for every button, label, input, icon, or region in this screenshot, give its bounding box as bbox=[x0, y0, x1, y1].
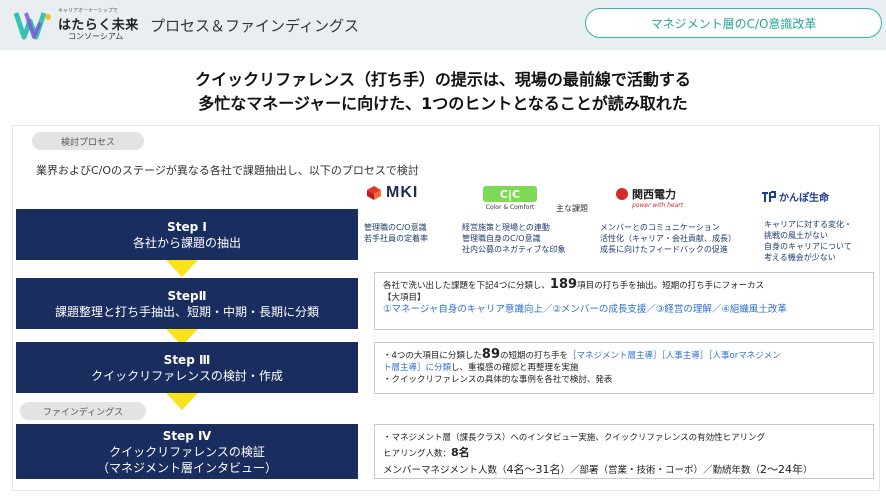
detail-line: ト層主導］に分類し、重複感の確認と再整理を実施 bbox=[383, 362, 865, 374]
step-2-label: StepⅡ bbox=[167, 288, 207, 303]
issue-item: 自身のキャリアについて bbox=[764, 242, 852, 251]
consortium-logo[interactable]: キャリアオーナーシップで はたらく未来 コンソーシアム bbox=[14, 7, 144, 43]
detail-text: し、重複感の確認と再整理を実施 bbox=[451, 363, 579, 373]
kampo-logo: かんぽ生命 bbox=[762, 189, 829, 204]
item-count: 189 bbox=[549, 277, 578, 292]
process-intro: 業界およびC/Oのステージが異なる各社で課題抽出し、以下のプロセスで検討 bbox=[36, 164, 419, 177]
step-2-title: 課題整理と打ち手抽出、短期・中期・長期に分類 bbox=[54, 304, 319, 319]
step-4-detail: ・マネジメント層（課長クラス）へのインタビュー実施、クイックリファレンスの有効性… bbox=[374, 424, 874, 479]
logo-mark-icon bbox=[14, 12, 51, 40]
interview-count: 8名 bbox=[451, 446, 470, 459]
step-1-title: 各社から課題の抽出 bbox=[132, 235, 241, 250]
color-comfort-logo: C|C Color & Comfort bbox=[476, 186, 544, 216]
issue-item: 成長に向けたフィードバックの促進 bbox=[600, 245, 728, 254]
headline: クイックリファレンス（打ち手）の提示は、現場の最前線で活動する 多忙なマネージャ… bbox=[0, 68, 886, 116]
classification-text: ［マネジメント層主導］［人事主導］［人事orマネジメン bbox=[568, 351, 781, 361]
issue-item: 若手社員の定着率 bbox=[364, 234, 428, 243]
detail-text: メンバーマネジメント人数（ bbox=[383, 465, 507, 476]
classification-text: ト層主導］に分類 bbox=[383, 363, 452, 373]
kansai-electric-logo: 関西電力 power with heart bbox=[616, 186, 683, 209]
step-4-title: クイックリファレンスの検証 bbox=[109, 444, 265, 459]
detail-text: 各社で洗い出した課題を下記4つに分類し、 bbox=[383, 281, 550, 291]
issue-item: 管理職自身のC/O意識 bbox=[462, 234, 541, 243]
mki-logo: MKI bbox=[366, 183, 418, 203]
detail-text: ヒアリング人数： bbox=[383, 449, 452, 459]
item-count: 89 bbox=[481, 347, 501, 362]
kampo-issues: キャリアに対する変化・ 挑戦の風土がない 自身のキャリアについて 考える機会が少… bbox=[764, 219, 852, 263]
cc-wordmark: C|C bbox=[483, 186, 537, 202]
detail-line: ・4つの大項目に分類した89の短期の打ち手を［マネジメント層主導］［人事主導］［… bbox=[383, 347, 865, 362]
color-comfort-issues: 経営施策と現場との連動 管理職自身のC/O意識 社内公募のネガティブな印象 bbox=[462, 222, 566, 255]
detail-text: ） bbox=[803, 465, 813, 476]
main-issues-label: 主な課題 bbox=[556, 204, 588, 213]
step-3-label: Step Ⅲ bbox=[163, 352, 211, 367]
step-4-subtitle: （マネジメント層インタビュー） bbox=[96, 460, 277, 475]
kepco-wordmark: 関西電力 bbox=[632, 188, 676, 201]
detail-heading: 【大項目】 bbox=[383, 293, 426, 303]
cc-subtitle: Color & Comfort bbox=[485, 204, 535, 211]
detail-text: の短期の打ち手を bbox=[500, 351, 569, 361]
issue-item: 考える機会が少ない bbox=[764, 253, 836, 262]
jp-post-mark-icon bbox=[762, 190, 776, 202]
topic-badge: マネジメント層のC/O意識改革 bbox=[585, 8, 882, 38]
kampo-wordmark: かんぽ生命 bbox=[779, 193, 829, 204]
issue-item: 経営施策と現場との連動 bbox=[462, 223, 550, 232]
issue-item: メンバーとのコミュニケーション bbox=[600, 223, 720, 232]
detail-line: ・マネジメント層（課長クラス）へのインタビュー実施、クイックリファレンスの有効性… bbox=[383, 433, 766, 443]
step-2-box: StepⅡ 課題整理と打ち手抽出、短期・中期・長期に分類 bbox=[16, 278, 358, 329]
detail-line: メンバーマネジメント人数（4名～31名）／部署（営業・技術・コーポ）／勤続年数（… bbox=[383, 462, 865, 478]
detail-line: 各社で洗い出した課題を下記4つに分類し、189項目の打ち手を抽出。短期の打ち手に… bbox=[383, 277, 865, 292]
issue-item: 活性化（キャリア・会社貢献、成長） bbox=[600, 234, 736, 243]
logo-subtitle: コンソーシアム bbox=[68, 32, 124, 41]
step-3-title: クイックリファレンスの検討・作成 bbox=[91, 368, 283, 383]
header-bar: キャリアオーナーシップで はたらく未来 コンソーシアム プロセス＆ファインディン… bbox=[0, 0, 886, 50]
member-range: 4名～31名 bbox=[506, 463, 561, 476]
detail-line: ・クイックリファレンスの具体的な事例を各社で検討、発表 bbox=[383, 375, 613, 385]
detail-text: ・4つの大項目に分類した bbox=[383, 351, 482, 361]
step-4-box: Step Ⅳ クイックリファレンスの検証 （マネジメント層インタビュー） bbox=[16, 424, 358, 479]
step-3-detail: ・4つの大項目に分類した89の短期の打ち手を［マネジメント層主導］［人事主導］［… bbox=[374, 342, 874, 394]
kepco-tagline: power with heart bbox=[632, 202, 684, 209]
down-arrow-icon bbox=[166, 393, 198, 410]
process-pill: 検討プロセス bbox=[32, 132, 144, 150]
down-arrow-icon bbox=[166, 260, 198, 277]
mki-issues: 管理職のC/O意識 若手社員の定着率 bbox=[364, 222, 428, 244]
step-1-label: Step Ⅰ bbox=[167, 219, 207, 234]
issue-item: 社内公募のネガティブな印象 bbox=[462, 245, 566, 254]
logo-tagline: キャリアオーナーシップで bbox=[58, 8, 118, 14]
step-4-label: Step Ⅳ bbox=[162, 428, 212, 443]
mki-mark-icon bbox=[367, 186, 381, 200]
step-1-box: Step Ⅰ 各社から課題の抽出 bbox=[16, 209, 358, 260]
kepco-mark-icon bbox=[616, 188, 628, 200]
findings-pill: ファインディングス bbox=[20, 402, 146, 420]
mki-wordmark: MKI bbox=[386, 184, 419, 201]
step-3-box: Step Ⅲ クイックリファレンスの検討・作成 bbox=[16, 342, 358, 393]
step-2-detail: 各社で洗い出した課題を下記4つに分類し、189項目の打ち手を抽出。短期の打ち手に… bbox=[374, 272, 874, 330]
detail-line: ヒアリング人数：8名 bbox=[383, 445, 865, 462]
headline-line-2: 多忙なマネージャーに向けた、1つのヒントとなることが読み取れた bbox=[198, 94, 688, 113]
tenure-range: 2～24年 bbox=[760, 463, 804, 476]
category-list: ①マネージャ自身のキャリア意識向上／②メンバーの成長支援／③経営の理解／④組織風… bbox=[383, 304, 787, 315]
kansai-electric-issues: メンバーとのコミュニケーション 活性化（キャリア・会社貢献、成長） 成長に向けた… bbox=[600, 222, 736, 255]
issue-item: キャリアに対する変化・ bbox=[764, 220, 852, 229]
issue-item: 管理職のC/O意識 bbox=[364, 223, 427, 232]
headline-line-1: クイックリファレンス（打ち手）の提示は、現場の最前線で活動する bbox=[195, 70, 691, 89]
detail-text: ）／部署（営業・技術・コーポ）／勤続年数（ bbox=[560, 465, 761, 476]
issue-item: 挑戦の風土がない bbox=[764, 231, 828, 240]
detail-text: 項目の打ち手を抽出。短期の打ち手にフォーカス bbox=[577, 281, 765, 291]
page-title: プロセス＆ファインディングス bbox=[150, 17, 359, 35]
